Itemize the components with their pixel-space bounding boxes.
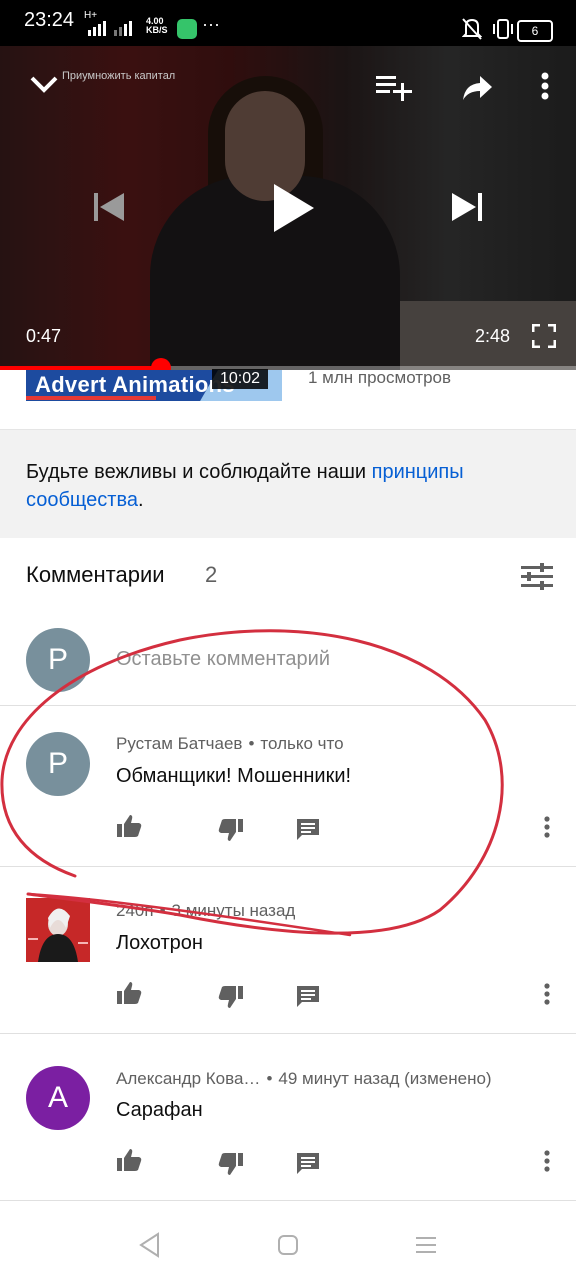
share-icon[interactable] [462,74,494,102]
comment-meta: 240п • 3 минуты назад [116,901,296,920]
dislike-icon[interactable] [218,818,244,842]
comment-more-icon[interactable] [540,816,554,840]
ad-views: 1 млн просмотров [308,368,452,387]
comment-text: Обманщики! Мошенники! [116,765,352,787]
collapse-chevron-icon[interactable] [28,72,60,96]
comment-author[interactable]: Рустам Батчаев [116,734,242,753]
divider [0,705,576,706]
community-guidelines-banner: Будьте вежливы и соблюдайте наши принцип… [0,430,576,538]
status-time: 23:24 [24,9,75,31]
like-icon[interactable] [116,981,142,1005]
ad-title: Advert Animations [35,372,235,397]
home-icon[interactable] [277,1234,299,1256]
more-notifications-icon: ··· [202,14,220,34]
comment-meta: Александр Кова… • 49 минут назад (изменено… [116,1069,492,1088]
battery-icon: 6 [517,20,553,42]
avatar-image [26,898,90,962]
avatar[interactable]: P [26,732,90,796]
add-comment-input[interactable]: Оставьте комментарий [116,648,330,671]
dislike-icon[interactable] [218,1152,244,1176]
ad-duration-badge: 10:02 [212,369,268,389]
reply-icon[interactable] [296,985,320,1009]
guidelines-text: Будьте вежливы и соблюдайте наши принцип… [26,461,464,511]
divider [0,1200,576,1201]
comment-author[interactable]: Александр Кова… [116,1069,260,1088]
dislike-icon[interactable] [218,985,244,1009]
next-icon[interactable] [450,190,484,224]
ad-watched-bar [26,396,156,400]
comment-more-icon[interactable] [540,983,554,1007]
comment-text: Лохотрон [116,932,203,954]
comment-text: Сарафан [116,1099,203,1121]
reply-icon[interactable] [296,818,320,842]
signal-icon [88,21,132,36]
sort-comments-icon[interactable] [521,563,553,591]
avatar[interactable] [26,898,90,962]
message-icon [177,19,197,39]
previous-icon[interactable] [92,190,126,224]
menu-icon[interactable] [414,1235,438,1255]
like-icon[interactable] [116,814,142,838]
divider [0,866,576,867]
mute-icon [462,18,482,40]
more-options-icon[interactable] [538,72,552,102]
vibrate-icon [493,19,513,39]
play-icon[interactable] [270,182,316,234]
comment-time: 3 минуты назад [171,901,296,920]
comment-author[interactable]: 240п [116,901,154,920]
system-navigation-bar [0,1210,576,1280]
total-time: 2:48 [475,326,511,346]
divider [0,1033,576,1034]
like-icon[interactable] [116,1148,142,1172]
comments-count: 2 [205,562,218,587]
reply-icon[interactable] [296,1152,320,1176]
comments-title: Комментарии [26,562,165,587]
avatar: P [26,628,90,692]
current-time: 0:47 [26,326,62,346]
channel-watermark: Приумножить капитал [62,70,176,82]
fullscreen-icon[interactable] [532,324,556,348]
avatar[interactable]: A [26,1066,90,1130]
video-player[interactable]: Приумножить капитал 0:47 2:48 [0,46,576,370]
comment-time: только что [260,734,344,753]
comment-time: 49 минут назад (изменено) [278,1069,492,1088]
comment-more-icon[interactable] [540,1150,554,1174]
add-to-queue-icon[interactable] [376,74,412,102]
network-speed: 4.00 KB/S [146,16,168,35]
status-bar: 23:24 H+ 4.00 KB/S ··· 6 [0,0,576,46]
comment-meta: Рустам Батчаев • только что [116,734,344,753]
back-icon[interactable] [138,1232,162,1258]
